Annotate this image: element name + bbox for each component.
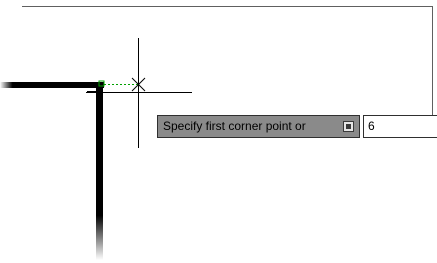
prompt-label: Specify first corner point or bbox=[163, 119, 306, 133]
dynamic-input-tooltip: Specify first corner point or bbox=[157, 115, 360, 138]
input-value: 6 bbox=[368, 119, 375, 133]
wall-vertical bbox=[96, 82, 103, 260]
wall-horizontal bbox=[0, 82, 104, 88]
outline-lines bbox=[22, 6, 433, 115]
dynamic-input-field[interactable]: 6 bbox=[363, 115, 437, 138]
down-arrow-icon[interactable] bbox=[343, 121, 354, 132]
